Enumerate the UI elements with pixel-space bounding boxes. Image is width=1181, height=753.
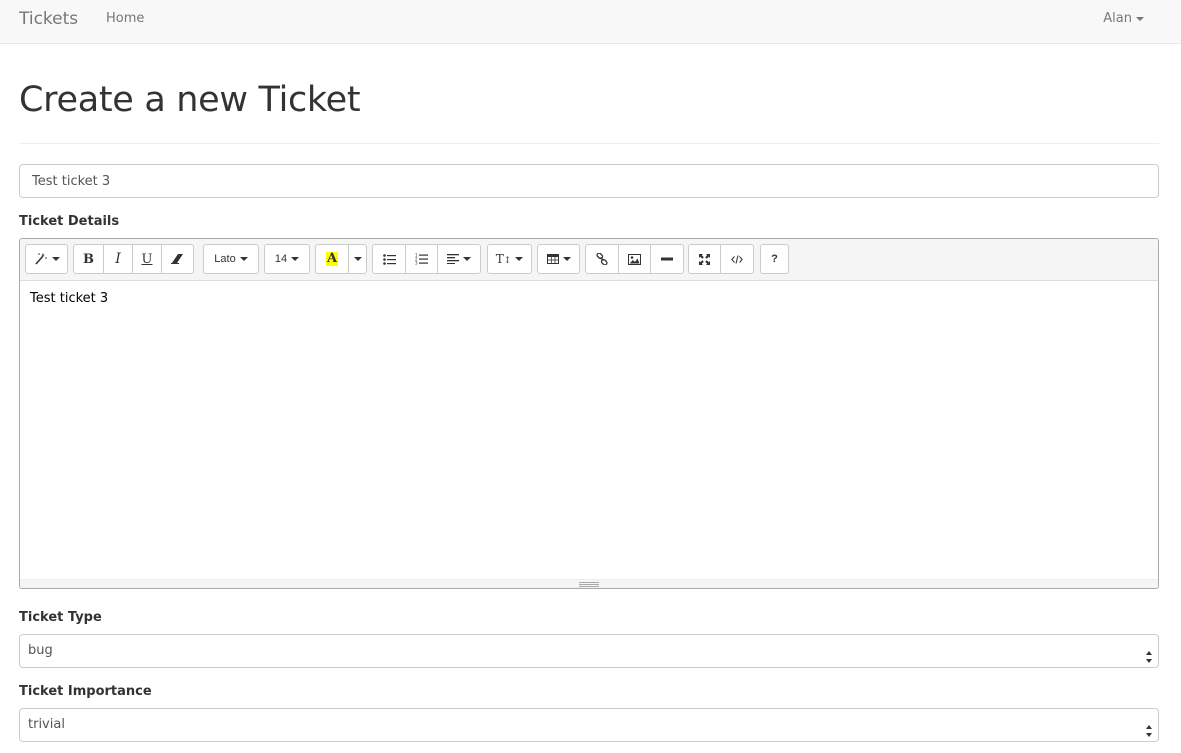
- eraser-icon: [171, 254, 184, 264]
- caret-down-icon: [562, 257, 571, 261]
- font-size-label: 14: [274, 253, 288, 265]
- table-dropdown-button[interactable]: [537, 244, 580, 274]
- editor-text: Test ticket 3: [30, 291, 109, 306]
- caret-down-icon: [353, 257, 362, 261]
- brand-link[interactable]: Tickets: [19, 9, 78, 29]
- image-icon: [628, 253, 641, 265]
- font-name-dropdown[interactable]: Lato: [203, 244, 259, 274]
- align-dropdown-button[interactable]: [437, 244, 481, 274]
- caret-down-icon: [239, 257, 248, 261]
- ticket-importance-select[interactable]: trivial: [19, 708, 1159, 742]
- recent-color-button[interactable]: A: [315, 244, 349, 274]
- underline-button[interactable]: U: [132, 244, 162, 274]
- ticket-importance-value: trivial: [28, 717, 65, 732]
- header-divider: [19, 143, 1159, 144]
- magic-wand-icon: [34, 253, 48, 265]
- editor-toolbar: B I U Lato 14 A 1 2 3 T↕ ?: [20, 239, 1158, 281]
- color-dropdown-button[interactable]: [348, 244, 367, 274]
- italic-button[interactable]: I: [103, 244, 133, 274]
- font-size-dropdown[interactable]: 14: [264, 244, 310, 274]
- insert-group: [585, 244, 684, 274]
- font-size-group: 14: [264, 244, 310, 274]
- caret-down-icon: [1136, 16, 1144, 21]
- ticket-importance-label: Ticket Importance: [19, 684, 152, 699]
- line-height-group: T↕: [487, 244, 532, 274]
- ordered-list-button[interactable]: 123: [405, 244, 438, 274]
- line-height-dropdown[interactable]: T↕: [487, 244, 532, 274]
- svg-text:3: 3: [415, 261, 418, 266]
- ticket-type-select[interactable]: bug: [19, 634, 1159, 668]
- help-button[interactable]: ?: [760, 244, 789, 274]
- font-name-label: Lato: [214, 253, 236, 265]
- insert-link-button[interactable]: [585, 244, 619, 274]
- paragraph-group: 123: [372, 244, 481, 274]
- line-height-icon: T↕: [495, 252, 512, 266]
- clear-format-button[interactable]: [161, 244, 194, 274]
- style-dropdown-button[interactable]: [25, 244, 68, 274]
- color-group: A: [315, 244, 367, 274]
- select-arrows-icon: [1145, 645, 1153, 663]
- editor-resize-bar[interactable]: [20, 579, 1158, 588]
- code-view-button[interactable]: [720, 244, 754, 274]
- nav-home-link[interactable]: Home: [106, 11, 144, 26]
- code-view-icon: [731, 254, 743, 264]
- align-left-icon: [447, 254, 459, 264]
- ticket-type-value: bug: [28, 643, 53, 658]
- insert-image-button[interactable]: [618, 244, 651, 274]
- user-name: Alan: [1103, 11, 1132, 26]
- ordered-list-icon: 123: [415, 253, 428, 265]
- ticket-title-input[interactable]: [19, 164, 1159, 198]
- user-menu[interactable]: Alan: [1103, 11, 1144, 26]
- editor-content-area[interactable]: Test ticket 3: [20, 281, 1158, 580]
- fullscreen-icon: [699, 253, 710, 265]
- select-arrows-icon: [1145, 719, 1153, 737]
- ticket-type-label: Ticket Type: [19, 610, 102, 625]
- rich-text-editor: B I U Lato 14 A 1 2 3 T↕ ? Test ticket 3: [19, 238, 1159, 589]
- navbar: Tickets Home Alan: [0, 0, 1181, 44]
- fullscreen-button[interactable]: [688, 244, 721, 274]
- line-height-label: T: [495, 252, 504, 266]
- help-group: ?: [760, 244, 789, 274]
- caret-down-icon: [515, 257, 524, 261]
- bold-button[interactable]: B: [73, 244, 104, 274]
- font-name-group: Lato: [203, 244, 259, 274]
- text-color-icon: A: [325, 251, 339, 266]
- link-icon: [596, 253, 608, 265]
- font-style-group: B I U: [73, 244, 194, 274]
- caret-down-icon: [463, 257, 471, 261]
- table-icon: [546, 254, 559, 264]
- ticket-details-label: Ticket Details: [19, 214, 120, 229]
- page-title: Create a new Ticket: [19, 80, 361, 120]
- caret-down-icon: [51, 257, 60, 261]
- table-group: [537, 244, 580, 274]
- horizontal-rule-button[interactable]: [650, 244, 684, 274]
- unordered-list-icon: [382, 253, 396, 265]
- view-group: [688, 244, 754, 274]
- resize-grip-icon: [579, 582, 599, 587]
- unordered-list-button[interactable]: [372, 244, 406, 274]
- horizontal-rule-icon: [661, 257, 673, 261]
- caret-down-icon: [291, 257, 300, 261]
- style-group: [25, 244, 68, 274]
